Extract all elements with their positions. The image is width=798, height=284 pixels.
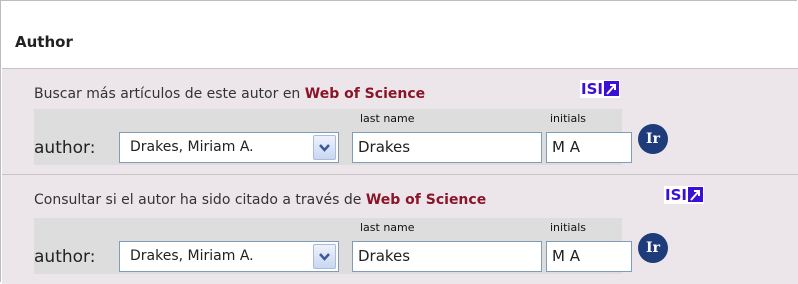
author-select[interactable]: Drakes, Miriam A. [119,132,339,163]
chevron-down-icon[interactable] [313,135,336,160]
go-button[interactable]: Ir [638,124,668,154]
last-name-input[interactable]: Drakes [352,132,542,163]
intro-text: Consultar si el autor ha sido citado a t… [34,192,366,208]
initials-input[interactable]: M A [546,132,632,163]
last-name-label: last name [360,112,415,125]
author-panel: Author Buscar más artículos de este auto… [0,0,798,284]
search-more-articles-section: Buscar más artículos de este autor en We… [2,68,798,174]
web-of-science-link[interactable]: Web of Science [366,192,486,208]
section-intro: Consultar si el autor ha sido citado a t… [34,192,486,208]
author-select-value: Drakes, Miriam A. [130,248,254,264]
chevron-down-icon[interactable] [313,244,336,269]
citation-check-section: Consultar si el autor ha sido citado a t… [2,174,798,284]
author-label: author: [34,138,96,158]
panel-header: Author [1,21,798,63]
section-intro: Buscar más artículos de este autor en We… [34,86,425,102]
initials-input[interactable]: M A [546,241,632,272]
isi-logo-icon[interactable]: ISI [664,186,704,204]
svg-text:ISI: ISI [665,186,687,204]
initials-label: initials [550,221,586,234]
author-select[interactable]: Drakes, Miriam A. [119,241,339,272]
last-name-input[interactable]: Drakes [352,241,542,272]
web-of-science-link[interactable]: Web of Science [305,86,425,102]
author-search-row: last name initials author: Drakes, Miria… [34,218,632,274]
panel-title: Author [15,33,73,51]
author-select-value: Drakes, Miriam A. [130,139,254,155]
last-name-label: last name [360,221,415,234]
intro-text: Buscar más artículos de este autor en [34,86,305,102]
svg-text:ISI: ISI [581,80,603,98]
isi-logo-icon[interactable]: ISI [580,80,620,98]
go-button[interactable]: Ir [638,233,668,263]
initials-label: initials [550,112,586,125]
author-label: author: [34,247,96,267]
author-search-row: last name initials author: Drakes, Miria… [34,109,632,165]
